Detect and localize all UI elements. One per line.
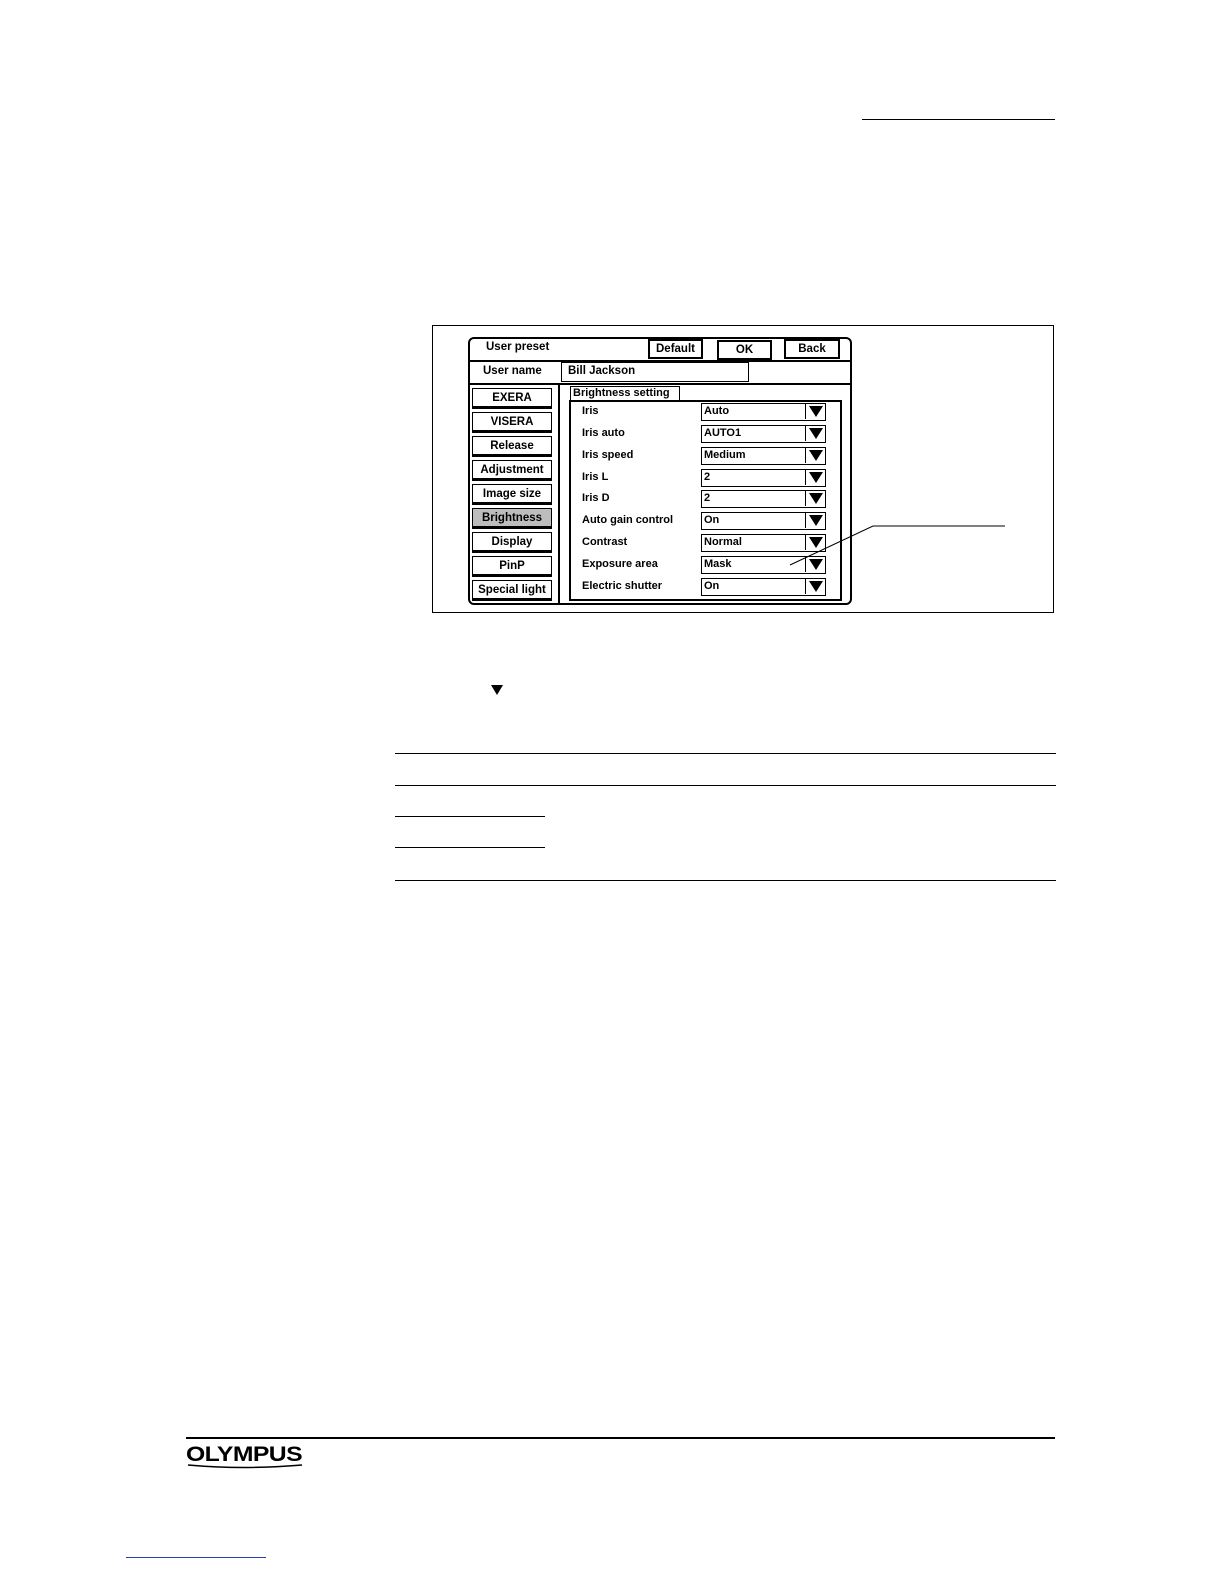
iris-value: Auto bbox=[704, 405, 730, 417]
table-bottom-rule bbox=[395, 880, 1056, 881]
sidebar-item-release[interactable]: Release bbox=[472, 436, 552, 457]
olympus-logo: OLYMPUS bbox=[186, 1443, 303, 1469]
footer-rule bbox=[186, 1437, 1055, 1439]
setting-label-contrast: Contrast bbox=[582, 536, 628, 548]
auto-gain-control-value: On bbox=[704, 514, 720, 526]
exposure-area-value: Mask bbox=[704, 558, 732, 570]
setting-label-exposure-area: Exposure area bbox=[582, 558, 658, 570]
sidebar-separator bbox=[558, 384, 560, 603]
bottom-link-underline bbox=[126, 1557, 266, 1558]
tab-brightness-setting[interactable]: Brightness setting bbox=[570, 386, 680, 401]
setting-label-iris-l: Iris L bbox=[582, 471, 609, 483]
triangle-down-icon[interactable] bbox=[805, 448, 825, 463]
triangle-down-icon[interactable] bbox=[805, 404, 825, 419]
ok-button[interactable]: OK bbox=[717, 340, 772, 360]
iris-speed-value: Medium bbox=[704, 449, 746, 461]
triangle-down-icon[interactable] bbox=[805, 579, 825, 594]
svg-text:OLYMPUS: OLYMPUS bbox=[186, 1443, 303, 1466]
user-name-label: User name bbox=[483, 365, 542, 377]
iris-d-select[interactable]: 2 bbox=[701, 490, 826, 508]
table-cell-rule bbox=[395, 816, 545, 817]
setting-label-iris-speed: Iris speed bbox=[582, 449, 634, 461]
setting-label-iris: Iris bbox=[582, 405, 599, 417]
table-cell-rule bbox=[395, 847, 545, 848]
contrast-value: Normal bbox=[704, 536, 742, 548]
triangle-down-icon[interactable] bbox=[805, 470, 825, 485]
triangle-down-icon[interactable] bbox=[805, 426, 825, 441]
sidebar-item-display[interactable]: Display bbox=[472, 532, 552, 553]
table-header-rule bbox=[395, 785, 1056, 786]
electric-shutter-value: On bbox=[704, 580, 720, 592]
iris-select[interactable]: Auto bbox=[701, 403, 826, 421]
sidebar-item-image-size[interactable]: Image size bbox=[472, 484, 552, 505]
sidebar-item-adjustment[interactable]: Adjustment bbox=[472, 460, 552, 481]
back-button[interactable]: Back bbox=[784, 339, 840, 359]
sidebar-item-visera[interactable]: VISERA bbox=[472, 412, 552, 433]
setting-label-auto-gain-control: Auto gain control bbox=[582, 514, 674, 526]
callout-leader-line bbox=[789, 525, 1005, 566]
name-separator bbox=[469, 383, 851, 385]
table-top-rule bbox=[395, 753, 1056, 754]
user-name-field[interactable]: Bill Jackson bbox=[561, 362, 749, 382]
default-button[interactable]: Default bbox=[648, 339, 703, 359]
iris-d-value: 2 bbox=[704, 492, 711, 504]
setting-label-electric-shutter: Electric shutter bbox=[582, 580, 663, 592]
header-rule bbox=[862, 119, 1055, 120]
iris-auto-value: AUTO1 bbox=[704, 427, 742, 439]
setting-label-iris-auto: Iris auto bbox=[582, 427, 625, 439]
iris-auto-select[interactable]: AUTO1 bbox=[701, 425, 826, 443]
electric-shutter-select[interactable]: On bbox=[701, 578, 826, 596]
sidebar-item-pinp[interactable]: PinP bbox=[472, 556, 552, 577]
triangle-down-icon[interactable] bbox=[805, 491, 825, 506]
triangle-down-icon bbox=[491, 685, 503, 695]
sidebar-item-brightness[interactable]: Brightness bbox=[472, 508, 552, 529]
iris-l-value: 2 bbox=[704, 471, 711, 483]
iris-l-select[interactable]: 2 bbox=[701, 469, 826, 487]
setting-label-iris-d: Iris D bbox=[582, 492, 610, 504]
sidebar-item-exera[interactable]: EXERA bbox=[472, 388, 552, 409]
dialog-title: User preset bbox=[486, 341, 550, 353]
sidebar-item-special-light[interactable]: Special light bbox=[472, 580, 552, 601]
iris-speed-select[interactable]: Medium bbox=[701, 447, 826, 465]
